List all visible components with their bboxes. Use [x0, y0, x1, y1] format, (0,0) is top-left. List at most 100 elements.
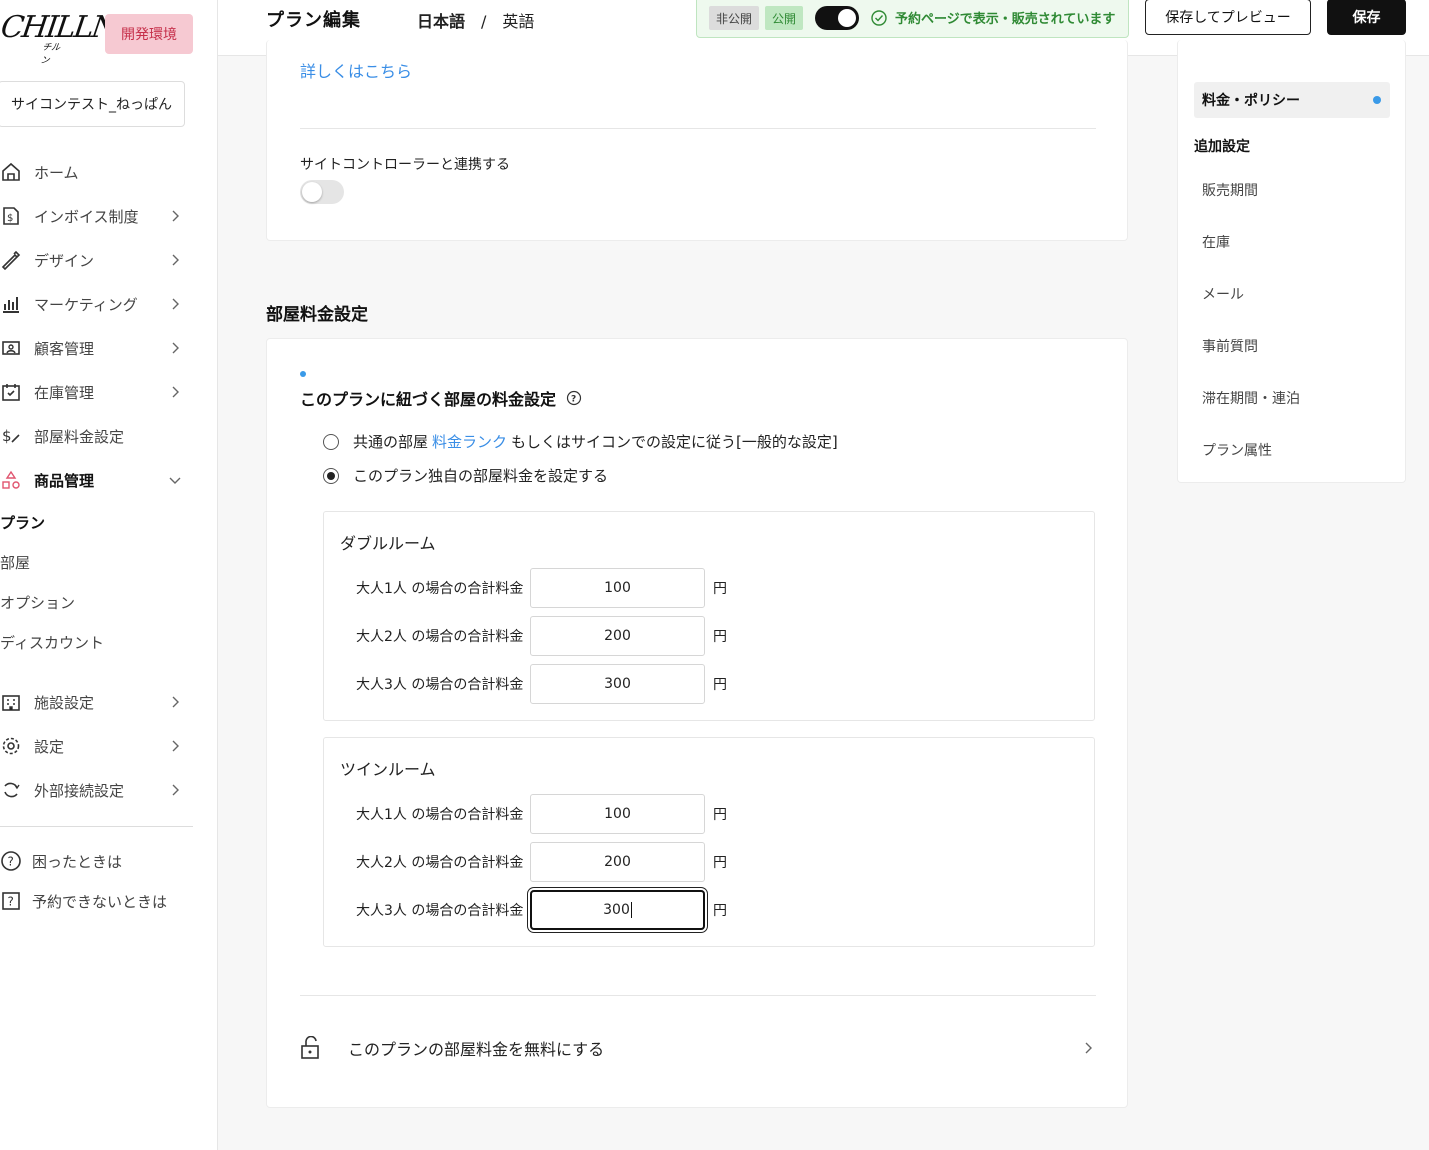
private-pill[interactable]: 非公開 — [709, 6, 760, 30]
price-input[interactable]: 200 — [530, 842, 705, 882]
sidebar-item-option[interactable]: オプション — [0, 582, 193, 622]
price-label: 大人2人 の場合の合計料金 — [356, 855, 524, 871]
nav-label: インボイス制度 — [34, 207, 139, 226]
building-icon — [0, 691, 22, 713]
free-label: このプランの部屋料金を無料にする — [348, 1040, 605, 1059]
publish-toggle[interactable] — [815, 6, 859, 30]
price-rank-link[interactable]: 料金ランク — [432, 431, 507, 452]
nav-label: 部屋料金設定 — [34, 427, 125, 446]
nav-label: デザイン — [34, 251, 95, 270]
svg-text:$: $ — [2, 427, 12, 445]
lang-separator: / — [481, 12, 487, 31]
chevron-down-icon — [169, 477, 181, 484]
nav-item-inventory[interactable]: 在庫管理 — [0, 370, 193, 414]
site-controller-label: サイトコントローラーと連携する — [300, 157, 510, 173]
publish-status: 非公開 公開 予約ページで表示・販売されています — [696, 0, 1129, 38]
nav-item-design[interactable]: デザイン — [0, 238, 193, 282]
lang-en-tab[interactable]: 英語 — [502, 12, 534, 31]
price-input[interactable]: 300 — [530, 664, 705, 704]
radio-custom-price[interactable]: このプラン独自の部屋料金を設定する — [323, 465, 608, 486]
nav-item-marketing[interactable]: マーケティング — [0, 282, 193, 326]
section-nav-item-price-policy[interactable]: 料金・ポリシー — [1194, 82, 1390, 118]
nav-item-room-price[interactable]: $ 部屋料金設定 — [0, 414, 193, 458]
chevron-right-icon — [172, 342, 179, 354]
nav-divider — [0, 826, 193, 827]
price-row: 大人3人 の場合の合計料金 300 円 — [356, 664, 727, 704]
help-icon[interactable]: ? — [566, 390, 582, 406]
section-nav-item[interactable]: 滞在期間・連泊 — [1202, 388, 1300, 408]
svg-text:?: ? — [8, 855, 14, 869]
chevron-right-icon — [172, 210, 179, 222]
nav-item-external[interactable]: 外部接続設定 — [0, 768, 193, 812]
lang-ja-tab[interactable]: 日本語 — [417, 12, 465, 31]
public-pill[interactable]: 公開 — [765, 6, 804, 30]
nav-item-facility[interactable]: 施設設定 — [0, 680, 193, 724]
price-label: 大人2人 の場合の合計料金 — [356, 629, 524, 645]
nav-item-customers[interactable]: 顧客管理 — [0, 326, 193, 370]
sidebar: CHILLNN チルン 開発環境 サイコンテスト_ねっぱん ホーム $ インボイス… — [0, 0, 218, 1150]
radio-button[interactable] — [323, 433, 339, 450]
section-nav-item[interactable]: 事前質問 — [1202, 336, 1258, 356]
chevron-right-icon — [172, 696, 179, 708]
room-name: ダブルルーム — [340, 534, 436, 553]
sidebar-item-plan[interactable]: プラン — [0, 502, 193, 542]
cannot-book-link[interactable]: ? 予約できないときは — [0, 881, 193, 921]
home-icon — [0, 161, 22, 183]
nav-item-products[interactable]: 商品管理 — [0, 458, 193, 502]
save-preview-button[interactable]: 保存してプレビュー — [1145, 0, 1311, 35]
section-nav-item[interactable]: 在庫 — [1202, 232, 1230, 252]
learn-more-link[interactable]: 詳しくはこちら — [300, 58, 412, 82]
room-price-box-twin: ツインルーム 大人1人 の場合の合計料金 100 円 大人2人 の場合の合計料金… — [323, 737, 1095, 947]
radio-label: このプラン独自の部屋料金を設定する — [353, 467, 609, 485]
price-input[interactable]: 100 — [530, 794, 705, 834]
price-icon: $ — [0, 425, 22, 447]
room-price-box-double: ダブルルーム 大人1人 の場合の合計料金 100 円 大人2人 の場合の合計料金… — [323, 511, 1095, 721]
chevron-right-icon — [172, 386, 179, 398]
section-nav-item[interactable]: 販売期間 — [1202, 180, 1258, 200]
nav-item-settings[interactable]: 設定 — [0, 724, 193, 768]
card-title: このプランに紐づく部屋の料金設定 ? — [300, 386, 582, 410]
price-label: 大人1人 の場合の合計料金 — [356, 807, 524, 823]
status-message: 予約ページで表示・販売されています — [871, 8, 1115, 27]
nav-item-home[interactable]: ホーム — [0, 150, 193, 194]
nav-label: 商品管理 — [34, 471, 95, 490]
help-label: 予約できないときは — [32, 892, 168, 911]
save-button[interactable]: 保存 — [1327, 0, 1406, 35]
brand-logo[interactable]: CHILLNN チルン — [0, 10, 143, 66]
price-row: 大人2人 の場合の合計料金 200 円 — [356, 616, 727, 656]
sidebar-item-room[interactable]: 部屋 — [0, 542, 193, 582]
help-label: 困ったときは — [32, 852, 123, 871]
radio-button-selected[interactable] — [323, 467, 339, 484]
sidebar-item-discount[interactable]: ディスカウント — [0, 622, 193, 662]
price-row: 大人1人 の場合の合計料金 100 円 — [356, 794, 727, 834]
nav-label: 施設設定 — [34, 693, 95, 712]
price-input[interactable]: 200 — [530, 616, 705, 656]
contact-card-icon — [0, 337, 22, 359]
price-input-focused[interactable]: 300 — [530, 890, 705, 930]
svg-text:?: ? — [8, 895, 14, 909]
logo-subtext: チルン — [39, 43, 61, 66]
nav-label: 外部接続設定 — [34, 781, 125, 800]
status-message-text: 予約ページで表示・販売されています — [895, 12, 1116, 27]
price-row: 大人1人 の場合の合計料金 100 円 — [356, 568, 727, 608]
required-dot — [300, 371, 306, 377]
price-label: 大人3人 の場合の合計料金 — [356, 903, 524, 919]
section-nav-heading: 追加設定 — [1194, 139, 1250, 155]
price-input[interactable]: 100 — [530, 568, 705, 608]
svg-text:?: ? — [571, 395, 576, 405]
radio-label: 共通の部屋 — [353, 433, 429, 451]
site-controller-toggle[interactable] — [300, 180, 344, 204]
store-select[interactable]: サイコンテスト_ねっぱん — [0, 81, 185, 127]
nav-item-invoice[interactable]: $ インボイス制度 — [0, 194, 193, 238]
pen-icon — [0, 249, 22, 271]
price-row: 大人2人 の場合の合計料金 200 円 — [356, 842, 727, 882]
yen-unit: 円 — [713, 807, 727, 823]
gear-icon — [0, 735, 22, 757]
help-link[interactable]: ? 困ったときは — [0, 841, 193, 881]
radio-common-rank[interactable]: 共通の部屋 料金ランク もしくはサイコンでの設定に従う[一般的な設定] — [323, 431, 838, 452]
section-nav-item[interactable]: プラン属性 — [1202, 440, 1272, 460]
free-room-price-row[interactable]: このプランの部屋料金を無料にする — [300, 1033, 1096, 1063]
divider — [300, 128, 1096, 129]
section-nav-item[interactable]: メール — [1202, 284, 1244, 304]
sync-icon — [0, 779, 22, 801]
